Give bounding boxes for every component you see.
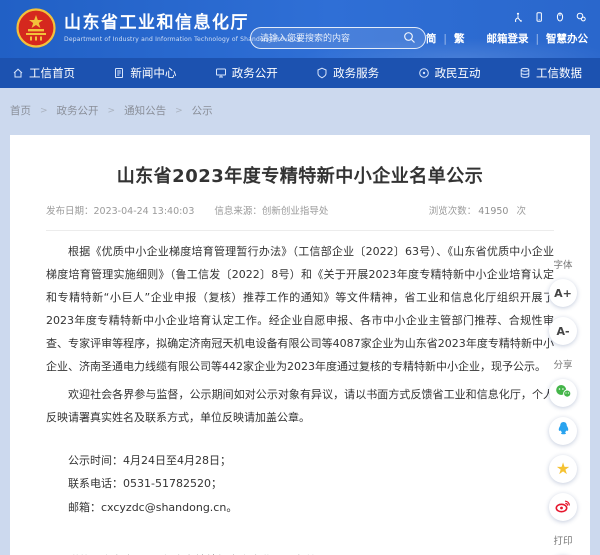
divider: | [443,33,447,45]
lang-traditional-toggle[interactable]: 繁 [454,31,465,46]
breadcrumb-separator: > [175,106,183,116]
font-size-label: 字体 [553,257,572,271]
article-meta: 发布日期：2023-04-24 13:40:03 信息来源：创新创业指导处 浏览… [46,203,554,231]
nav-item-gov-services[interactable]: 政务服务 [316,65,379,81]
share-label: 分享 [553,357,572,371]
breadcrumb-separator: > [108,106,116,116]
divider: | [535,33,539,45]
font-decrease-button[interactable]: A- [549,317,577,345]
nav-label: 政务公开 [232,65,278,81]
nav-label: 政民互动 [435,65,481,81]
wechat-icon [555,384,572,403]
mail-login-link[interactable]: 邮箱登录 [486,31,528,46]
info-source: 信息来源：创新创业指导处 [214,203,328,217]
nav-item-data[interactable]: 工信数据 [519,65,582,81]
breadcrumb-gov-disclosure[interactable]: 政务公开 [57,103,99,118]
font-increase-button[interactable]: A+ [549,279,577,307]
share-qq-button[interactable] [549,417,577,445]
view-count: 浏览次数：41950次 [429,203,526,217]
search-box[interactable] [250,27,426,49]
nav-item-home[interactable]: 工信首页 [12,65,75,81]
contact-phone: 联系电话：0531-51782520； [46,472,554,496]
qq-icon [556,421,571,441]
share-qzone-button[interactable]: ★ [549,455,577,483]
breadcrumb: 首页 > 政务公开 > 通知公告 > 公示 [0,88,600,118]
wechat-share-icon[interactable] [576,7,586,26]
breadcrumb-current[interactable]: 公示 [192,103,213,118]
share-weibo-button[interactable] [549,493,577,521]
qzone-star-icon: ★ [556,461,570,477]
side-toolbar: 字体 A+ A- 分享 ★ 打印 [539,250,587,555]
nav-label: 工信首页 [29,65,75,81]
national-emblem-logo [16,8,56,48]
nav-item-interaction[interactable]: 政民互动 [418,65,481,81]
search-icon[interactable] [403,29,416,48]
site-header: 山东省工业和信息化厅 Department of Industry and In… [0,0,600,58]
article-panel: 山东省2023年度专精特新中小企业名单公示 发布日期：2023-04-24 13… [10,135,590,555]
monitor-icon [215,67,227,79]
accessibility-icon[interactable] [513,7,523,26]
contact-block: 公示时间：4月24日至4月28日； 联系电话：0531-51782520； 邮箱… [46,449,554,520]
breadcrumb-notices[interactable]: 通知公告 [124,103,166,118]
news-icon [113,67,125,79]
lang-simplified-toggle[interactable]: 简 [426,31,437,46]
main-nav: 工信首页 新闻中心 政务公开 政务服务 政民互动 [0,58,600,88]
database-icon [519,67,531,79]
service-icon [316,67,328,79]
nav-label: 政务服务 [333,65,379,81]
nav-label: 新闻中心 [130,65,176,81]
paragraph: 根据《优质中小企业梯度培育管理暂行办法》（工信部企业〔2022〕63号）、《山东… [46,240,554,379]
print-label: 打印 [553,533,572,547]
share-wechat-button[interactable] [549,379,577,407]
weibo-icon [555,498,571,517]
contact-email: 邮箱：cxcyzdc@shandong.cn。 [46,496,554,520]
smart-office-link[interactable]: 智慧办公 [546,31,588,46]
publicity-period: 公示时间：4月24日至4月28日； [46,449,554,473]
interact-icon [418,67,430,79]
nav-label: 工信数据 [536,65,582,81]
mouse-icon[interactable] [555,7,565,26]
breadcrumb-separator: > [40,106,48,116]
search-input[interactable] [260,33,403,43]
nav-item-news[interactable]: 新闻中心 [113,65,176,81]
nav-item-gov-disclosure[interactable]: 政务公开 [215,65,278,81]
article-body: 根据《优质中小企业梯度培育管理暂行办法》（工信部企业〔2022〕63号）、《山东… [46,240,554,555]
paragraph: 欢迎社会各界参与监督，公示期间如对公示对象有异议，请以书面方式反馈省工业和信息化… [46,383,554,429]
publish-date: 发布日期：2023-04-24 13:40:03 [46,203,194,217]
mobile-icon[interactable] [534,7,544,26]
page-title: 山东省2023年度专精特新中小企业名单公示 [46,162,554,188]
home-icon [12,67,24,79]
breadcrumb-home[interactable]: 首页 [10,103,31,118]
